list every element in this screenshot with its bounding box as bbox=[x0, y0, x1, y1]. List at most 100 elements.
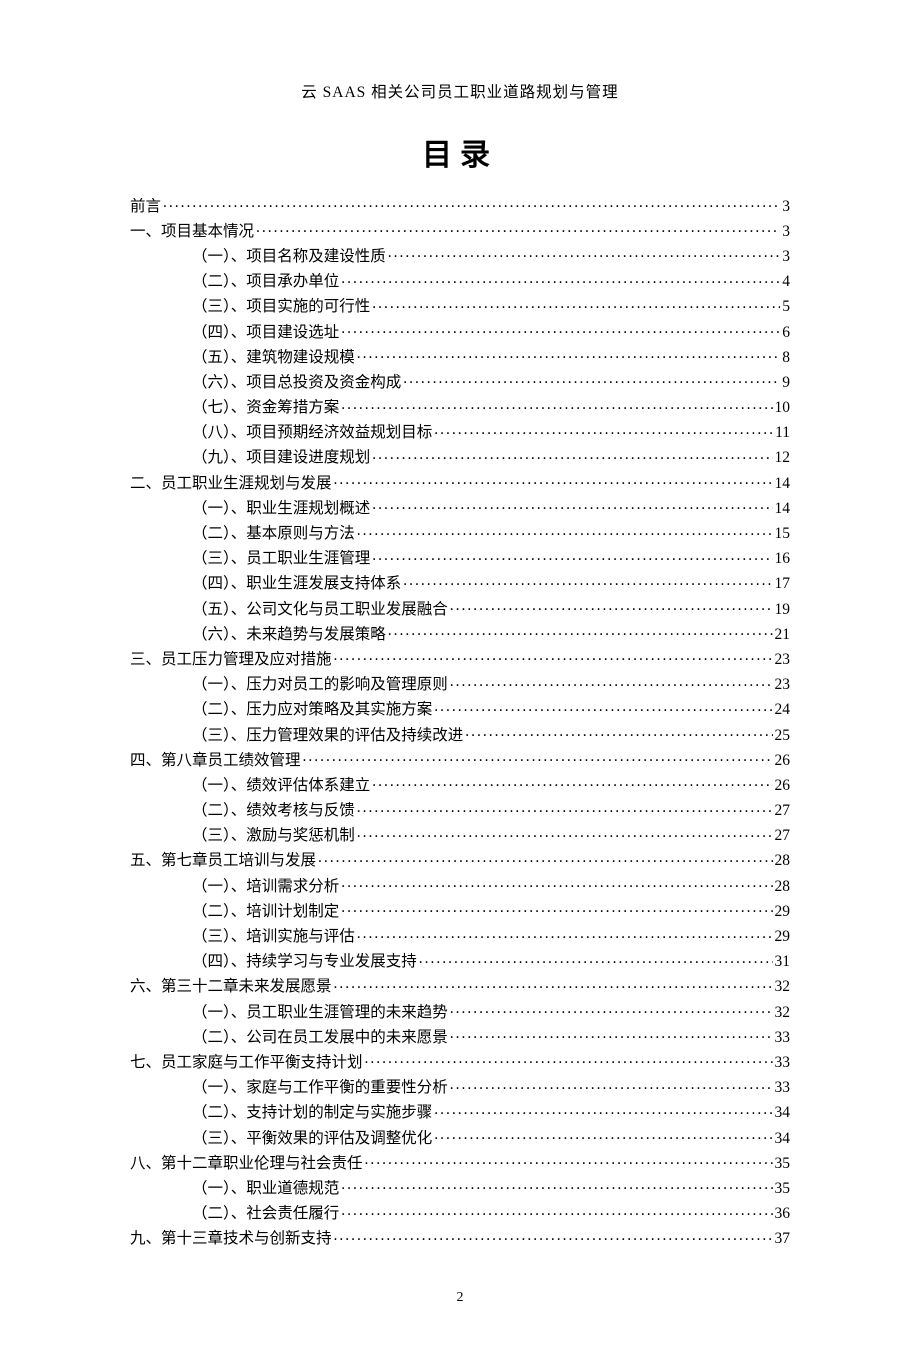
toc-title: 目录 bbox=[130, 130, 790, 174]
toc-entry[interactable]: （三）、培训实施与评估29 bbox=[130, 922, 790, 947]
toc-leader-dots bbox=[450, 598, 773, 614]
toc-entry[interactable]: （三）、激励与奖惩机制 27 bbox=[130, 822, 790, 847]
toc-entry-page: 25 bbox=[775, 728, 791, 744]
toc-entry-label: （四）、职业生涯发展支持体系 bbox=[192, 576, 401, 592]
toc-entry-label: （三）、员工职业生涯管理 bbox=[192, 551, 370, 567]
toc-entry-label: 九、第十三章技术与创新支持 bbox=[130, 1231, 332, 1247]
toc-entry[interactable]: （五）、公司文化与员工职业发展融合19 bbox=[130, 595, 790, 620]
toc-entry[interactable]: （七）、资金筹措方案10 bbox=[130, 394, 790, 419]
toc-leader-dots bbox=[303, 749, 773, 765]
toc-entry-page: 34 bbox=[775, 1131, 791, 1147]
toc-leader-dots bbox=[334, 1228, 773, 1244]
toc-leader-dots bbox=[357, 800, 773, 816]
toc-entry[interactable]: （九）、项目建设进度规划12 bbox=[130, 444, 790, 469]
toc-entry[interactable]: （一）、家庭与工作平衡的重要性分析33 bbox=[130, 1074, 790, 1099]
toc-entry-page: 33 bbox=[775, 1030, 791, 1046]
toc-entry[interactable]: （一）、绩效评估体系建立26 bbox=[130, 771, 790, 796]
toc-entry-label: 七、员工家庭与工作平衡支持计划 bbox=[130, 1055, 363, 1071]
toc-entry-label: （一）、职业生涯规划概述 bbox=[192, 501, 370, 517]
toc-entry-page: 10 bbox=[775, 400, 791, 416]
toc-entry[interactable]: （二）、绩效考核与反馈27 bbox=[130, 797, 790, 822]
toc-entry-label: 一、项目基本情况 bbox=[130, 224, 254, 240]
toc-leader-dots bbox=[372, 296, 780, 312]
toc-entry-page: 15 bbox=[775, 526, 791, 542]
toc-leader-dots bbox=[419, 951, 773, 967]
toc-entry-page: 8 bbox=[782, 350, 790, 366]
toc-entry[interactable]: （三）、压力管理效果的评估及持续改进25 bbox=[130, 721, 790, 746]
toc-leader-dots bbox=[341, 321, 780, 337]
toc-entry-label: （二）、项目承办单位 bbox=[192, 274, 339, 290]
toc-entry[interactable]: 三、员工压力管理及应对措施23 bbox=[130, 645, 790, 670]
toc-entry-label: （三）、激励与奖惩机制 bbox=[192, 828, 355, 844]
toc-entry[interactable]: （四）、职业生涯发展支持体系 17 bbox=[130, 570, 790, 595]
toc-entry-page: 5 bbox=[782, 299, 790, 315]
toc-entry[interactable]: （三）、项目实施的可行性5 bbox=[130, 293, 790, 318]
toc-entry[interactable]: （二）、培训计划制定29 bbox=[130, 897, 790, 922]
toc-entry-label: 三、员工压力管理及应对措施 bbox=[130, 652, 332, 668]
toc-entry-page: 34 bbox=[775, 1105, 791, 1121]
toc-entry[interactable]: 一、项目基本情况3 bbox=[130, 217, 790, 242]
toc-leader-dots bbox=[334, 976, 773, 992]
toc-entry-label: 五、第七章员工培训与发展 bbox=[130, 853, 316, 869]
toc-entry-label: 四、第八章员工绩效管理 bbox=[130, 753, 301, 769]
toc-entry[interactable]: （二）、项目承办单位4 bbox=[130, 268, 790, 293]
toc-entry[interactable]: （一）、职业生涯规划概述14 bbox=[130, 494, 790, 519]
toc-entry[interactable]: （二）、支持计划的制定与实施步骤34 bbox=[130, 1099, 790, 1124]
toc-entry[interactable]: （六）、未来趋势与发展策略21 bbox=[130, 620, 790, 645]
toc-entry[interactable]: （六）、项目总投资及资金构成9 bbox=[130, 368, 790, 393]
toc-entry[interactable]: （五）、建筑物建设规模8 bbox=[130, 343, 790, 368]
toc-entry-page: 9 bbox=[782, 375, 790, 391]
toc-entry-page: 32 bbox=[775, 1005, 791, 1021]
toc-entry-page: 21 bbox=[775, 627, 791, 643]
toc-entry[interactable]: 七、员工家庭与工作平衡支持计划33 bbox=[130, 1048, 790, 1073]
toc-entry[interactable]: （三）、员工职业生涯管理16 bbox=[130, 545, 790, 570]
toc-leader-dots bbox=[256, 220, 780, 236]
toc-entry[interactable]: （八）、项目预期经济效益规划目标11 bbox=[130, 419, 790, 444]
running-header: 云 SAAS 相关公司员工职业道路规划与管理 bbox=[130, 80, 790, 102]
toc-leader-dots bbox=[403, 371, 780, 387]
toc-entry-label: 六、第三十二章未来发展愿景 bbox=[130, 979, 332, 995]
toc-entry-label: （一）、员工职业生涯管理的未来趋势 bbox=[192, 1005, 448, 1021]
toc-entry[interactable]: （一）、职业道德规范35 bbox=[130, 1174, 790, 1199]
toc-entry[interactable]: 六、第三十二章未来发展愿景32 bbox=[130, 973, 790, 998]
toc-entry[interactable]: （一）、项目名称及建设性质3 bbox=[130, 242, 790, 267]
toc-entry-label: （二）、基本原则与方法 bbox=[192, 526, 355, 542]
toc-entry-label: （一）、绩效评估体系建立 bbox=[192, 778, 370, 794]
toc-entry[interactable]: 五、第七章员工培训与发展28 bbox=[130, 847, 790, 872]
toc-entry[interactable]: （二）、社会责任履行36 bbox=[130, 1200, 790, 1225]
toc-leader-dots bbox=[388, 623, 773, 639]
toc-entry[interactable]: （二）、基本原则与方法 15 bbox=[130, 519, 790, 544]
toc-entry[interactable]: （一）、培训需求分析28 bbox=[130, 872, 790, 897]
toc-entry-page: 35 bbox=[775, 1156, 791, 1172]
toc-leader-dots bbox=[341, 900, 772, 916]
toc-entry[interactable]: 二、员工职业生涯规划与发展14 bbox=[130, 469, 790, 494]
toc-entry[interactable]: （二）、压力应对策略及其实施方案24 bbox=[130, 696, 790, 721]
toc-entry-page: 14 bbox=[775, 476, 791, 492]
toc-entry[interactable]: 八、第十二章职业伦理与社会责任35 bbox=[130, 1149, 790, 1174]
toc-entry-page: 28 bbox=[775, 879, 791, 895]
toc-entry[interactable]: （二）、公司在员工发展中的未来愿景33 bbox=[130, 1023, 790, 1048]
toc-entry[interactable]: （三）、平衡效果的评估及调整优化34 bbox=[130, 1124, 790, 1149]
toc-entry[interactable]: （四）、项目建设选址6 bbox=[130, 318, 790, 343]
toc-entry-page: 27 bbox=[775, 828, 791, 844]
toc-entry-page: 29 bbox=[775, 904, 791, 920]
toc-entry[interactable]: 四、第八章员工绩效管理26 bbox=[130, 746, 790, 771]
toc-entry[interactable]: 前言3 bbox=[130, 192, 790, 217]
toc-entry[interactable]: （四）、持续学习与专业发展支持31 bbox=[130, 948, 790, 973]
toc-leader-dots bbox=[365, 1051, 773, 1067]
page-number: 2 bbox=[130, 1290, 790, 1306]
toc-leader-dots bbox=[403, 573, 772, 589]
toc-entry-label: （一）、职业道德规范 bbox=[192, 1181, 339, 1197]
toc-entry[interactable]: （一）、员工职业生涯管理的未来趋势 32 bbox=[130, 998, 790, 1023]
toc-leader-dots bbox=[450, 1001, 773, 1017]
toc-leader-dots bbox=[365, 1152, 773, 1168]
toc-entry[interactable]: （一）、压力对员工的影响及管理原则23 bbox=[130, 671, 790, 696]
toc-entry-label: （一）、家庭与工作平衡的重要性分析 bbox=[192, 1080, 448, 1096]
toc-entry-page: 17 bbox=[775, 576, 791, 592]
toc-leader-dots bbox=[450, 1077, 773, 1093]
toc-leader-dots bbox=[450, 1026, 773, 1042]
toc-leader-dots bbox=[372, 497, 772, 513]
toc-leader-dots bbox=[434, 699, 772, 715]
document-page: 云 SAAS 相关公司员工职业道路规划与管理 目录 前言3一、项目基本情况3（一… bbox=[0, 0, 920, 1346]
toc-entry[interactable]: 九、第十三章技术与创新支持37 bbox=[130, 1225, 790, 1250]
